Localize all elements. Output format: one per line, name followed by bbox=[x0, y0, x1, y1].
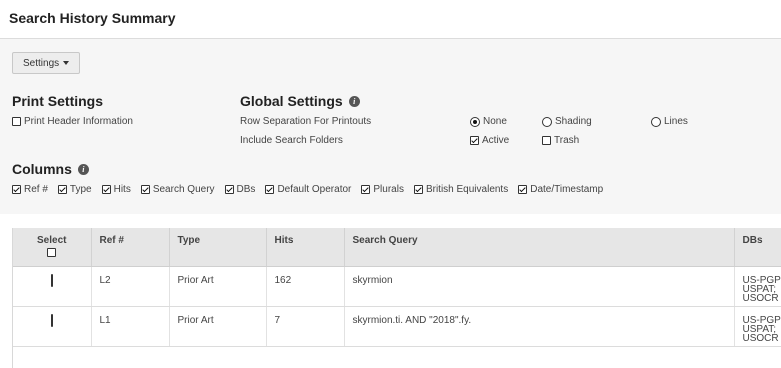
column-hits-label: Hits bbox=[113, 184, 131, 195]
column-date-timestamp-label: Date/Timestamp bbox=[530, 184, 604, 195]
settings-dropdown-button[interactable]: Settings bbox=[12, 52, 81, 74]
row-separation-shading-label: Shading bbox=[555, 116, 592, 127]
include-active-checkbox[interactable] bbox=[470, 136, 479, 145]
global-settings-title: Global Settings i bbox=[240, 93, 360, 109]
print-header-checkbox[interactable] bbox=[12, 117, 21, 126]
column-type-checkbox[interactable] bbox=[57, 185, 67, 194]
table-row[interactable]: L1 Prior Art 7 skyrmion.ti. AND "2018".f… bbox=[13, 306, 781, 347]
include-trash-option[interactable]: Trash bbox=[542, 135, 579, 146]
page-title: Search History Summary bbox=[9, 10, 176, 26]
search-query-cell: skyrmion bbox=[344, 266, 735, 307]
column-type-label: Type bbox=[69, 184, 92, 195]
table-header-row: Select Ref # Type Hits Search Query DBs bbox=[13, 228, 781, 267]
global-settings-title-text: Global Settings bbox=[240, 93, 343, 109]
row-select-checkbox[interactable] bbox=[50, 273, 53, 287]
print-settings-title-text: Print Settings bbox=[12, 93, 104, 109]
include-trash-label: Trash bbox=[554, 135, 580, 146]
print-settings-title: Print Settings bbox=[12, 93, 103, 109]
columns-title-text: Columns bbox=[12, 161, 72, 177]
column-dbs-checkbox[interactable] bbox=[224, 185, 234, 194]
hits-cell: 162 bbox=[266, 266, 345, 307]
include-folders-label: Include Search Folders bbox=[240, 135, 343, 146]
column-date-timestamp-checkbox[interactable] bbox=[518, 185, 528, 194]
row-separation-none-label: None bbox=[483, 116, 507, 127]
column-ref-checkbox[interactable] bbox=[12, 185, 21, 194]
row-separation-lines-label: Lines bbox=[664, 116, 688, 127]
dbs-cell: US-PGPUB; USPAT; USOCR bbox=[734, 306, 781, 347]
include-active-option[interactable]: Active bbox=[470, 135, 509, 146]
column-british-equivalents-label: British Equivalents bbox=[425, 184, 509, 195]
column-ref-option[interactable]: Ref # bbox=[12, 184, 48, 195]
info-icon[interactable]: i bbox=[348, 95, 360, 107]
column-hits-checkbox[interactable] bbox=[101, 185, 111, 194]
column-british-equivalents-checkbox[interactable] bbox=[413, 185, 423, 194]
caret-down-icon bbox=[63, 61, 70, 65]
row-separation-lines-option[interactable]: Lines bbox=[651, 116, 688, 127]
column-search-query-label: Search Query bbox=[152, 184, 215, 195]
column-header-ref[interactable]: Ref # bbox=[91, 228, 170, 267]
column-header-hits[interactable]: Hits bbox=[266, 228, 345, 267]
settings-panel: Settings Print Settings Print Header Inf… bbox=[0, 39, 781, 214]
select-header-label: Select bbox=[37, 235, 67, 246]
column-header-search-query[interactable]: Search Query bbox=[344, 228, 735, 267]
column-date-timestamp-option[interactable]: Date/Timestamp bbox=[518, 184, 603, 195]
search-history-table: Select Ref # Type Hits Search Query DBs … bbox=[13, 228, 781, 347]
column-hits-option[interactable]: Hits bbox=[101, 184, 131, 195]
column-plurals-option[interactable]: Plurals bbox=[361, 184, 404, 195]
include-active-label: Active bbox=[482, 135, 510, 146]
column-default-operator-option[interactable]: Default Operator bbox=[265, 184, 351, 195]
column-dbs-label: DBs bbox=[236, 184, 256, 195]
column-dbs-option[interactable]: DBs bbox=[224, 184, 256, 195]
info-icon[interactable]: i bbox=[77, 163, 89, 175]
print-header-option[interactable]: Print Header Information bbox=[12, 116, 133, 127]
include-trash-checkbox[interactable] bbox=[542, 136, 551, 145]
column-header-dbs[interactable]: DBs bbox=[734, 228, 781, 267]
column-header-select: Select bbox=[13, 228, 92, 267]
settings-button-label: Settings bbox=[23, 57, 60, 69]
search-query-cell: skyrmion.ti. AND "2018".fy. bbox=[344, 306, 735, 347]
row-select-cell bbox=[13, 266, 92, 307]
column-type-option[interactable]: Type bbox=[57, 184, 92, 195]
table-row[interactable]: L2 Prior Art 162 skyrmion US-PGPUB; USPA… bbox=[13, 266, 781, 307]
ref-cell: L1 bbox=[91, 306, 170, 347]
column-ref-label: Ref # bbox=[24, 184, 48, 195]
row-separation-none-radio[interactable] bbox=[470, 116, 480, 127]
column-default-operator-label: Default Operator bbox=[277, 184, 352, 195]
ref-cell: L2 bbox=[91, 266, 170, 307]
row-select-checkbox[interactable] bbox=[50, 313, 53, 327]
row-separation-label: Row Separation For Printouts bbox=[240, 116, 372, 127]
type-cell: Prior Art bbox=[169, 306, 267, 347]
column-plurals-label: Plurals bbox=[373, 184, 404, 195]
type-cell: Prior Art bbox=[169, 266, 267, 307]
column-plurals-checkbox[interactable] bbox=[361, 185, 371, 194]
row-separation-shading-option[interactable]: Shading bbox=[542, 116, 592, 127]
columns-title: Columns i bbox=[12, 161, 89, 177]
header-bar: Search History Summary bbox=[0, 0, 781, 39]
row-separation-lines-radio[interactable] bbox=[651, 116, 661, 127]
column-british-equivalents-option[interactable]: British Equivalents bbox=[413, 184, 509, 195]
column-search-query-option[interactable]: Search Query bbox=[140, 184, 215, 195]
print-header-label: Print Header Information bbox=[24, 116, 133, 127]
columns-options: Ref # Type Hits Search Query DBs Default… bbox=[12, 184, 603, 195]
search-history-table-wrapper[interactable]: Select Ref # Type Hits Search Query DBs … bbox=[12, 228, 781, 368]
column-default-operator-checkbox[interactable] bbox=[265, 185, 275, 194]
row-separation-shading-radio[interactable] bbox=[542, 116, 552, 127]
row-select-cell bbox=[13, 306, 92, 347]
hits-cell: 7 bbox=[266, 306, 345, 347]
column-search-query-checkbox[interactable] bbox=[140, 185, 150, 194]
column-header-type[interactable]: Type bbox=[169, 228, 267, 267]
select-all-checkbox[interactable] bbox=[47, 248, 57, 257]
dbs-cell: US-PGPUB; USPAT; USOCR bbox=[734, 266, 781, 307]
row-separation-none-option[interactable]: None bbox=[470, 116, 507, 127]
